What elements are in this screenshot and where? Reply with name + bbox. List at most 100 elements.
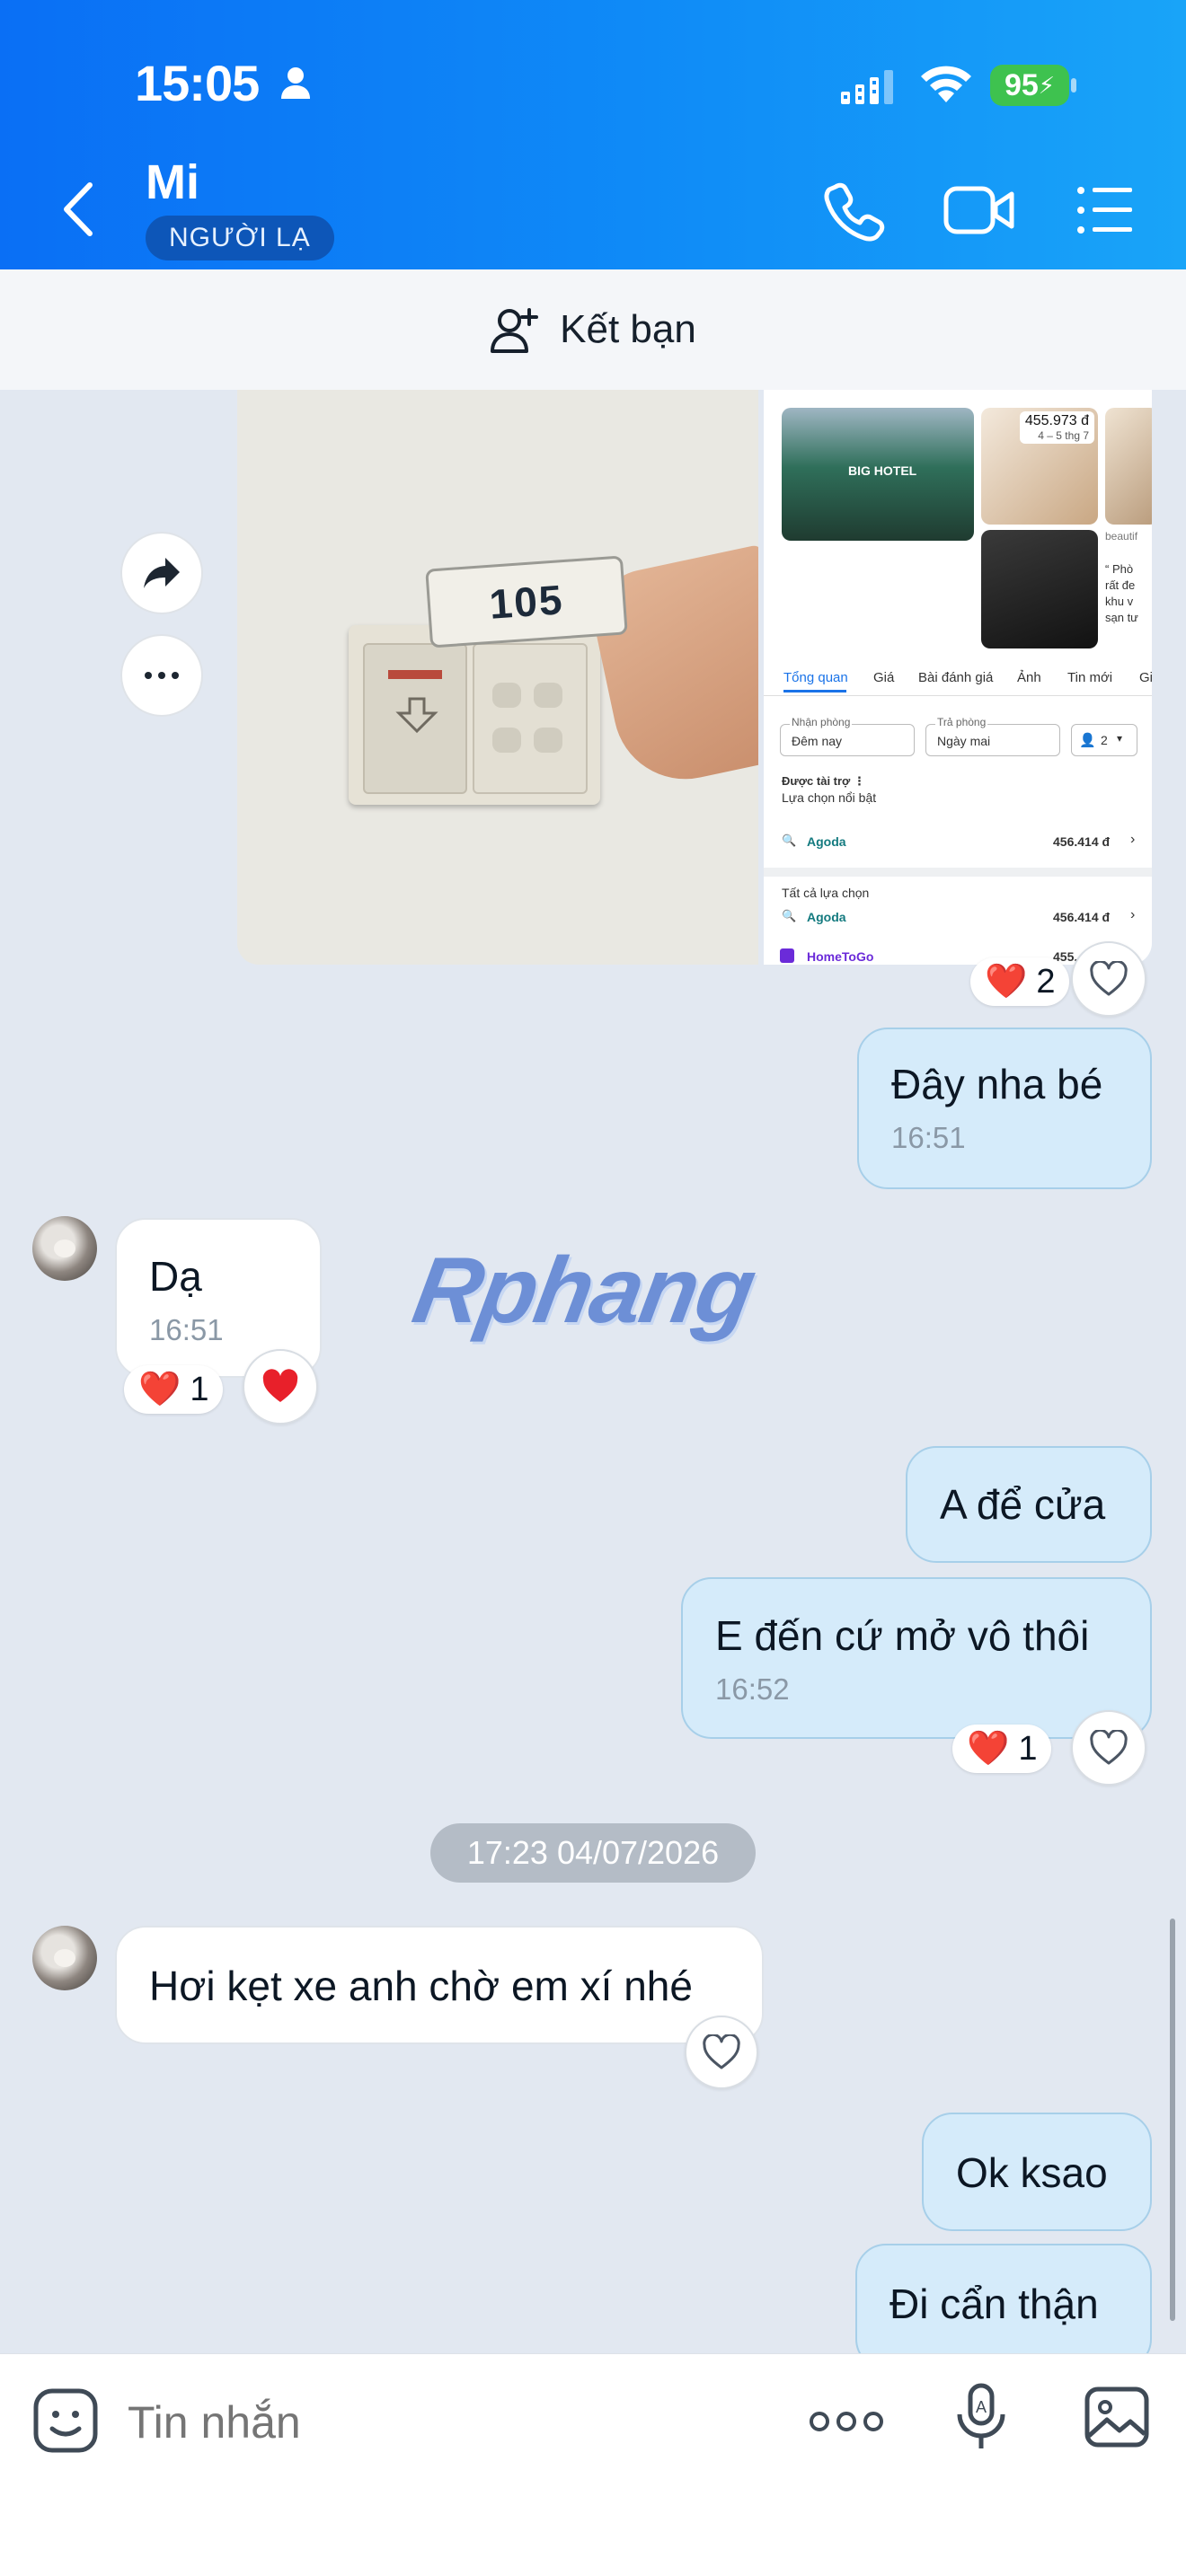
video-camera-icon bbox=[943, 186, 1014, 234]
back-button[interactable] bbox=[58, 180, 99, 239]
hotel-image-extra bbox=[1105, 408, 1152, 525]
react-heart-button[interactable] bbox=[685, 2016, 758, 2089]
checkout-field[interactable]: Trả phòng Ngày mai bbox=[925, 716, 1060, 756]
room-number: 105 bbox=[487, 576, 566, 628]
contact-name[interactable]: Mi bbox=[146, 154, 199, 210]
listing-tab[interactable]: Bài đánh giá bbox=[918, 670, 993, 685]
reaction-summary[interactable]: ❤️ 1 bbox=[952, 1725, 1052, 1773]
heart-outline-icon bbox=[1090, 1730, 1128, 1765]
watermark: Rphang bbox=[405, 1239, 762, 1343]
menu-button[interactable] bbox=[1076, 185, 1134, 235]
scrollbar[interactable] bbox=[1170, 1919, 1175, 2321]
status-time: 15:05 bbox=[135, 55, 260, 111]
message-outgoing[interactable]: E đến cứ mở vô thôi 16:52 bbox=[681, 1577, 1152, 1739]
hotel-image-main: BIG HOTEL bbox=[782, 408, 974, 541]
heart-filled-icon bbox=[262, 1369, 298, 1402]
featured-offer-row[interactable]: 🔍 Agoda 456.414 đ › bbox=[764, 826, 1152, 857]
svg-text:A: A bbox=[976, 2398, 987, 2416]
heart-outline-icon bbox=[1090, 961, 1128, 996]
listing-price-top: 455.973 đ bbox=[1024, 413, 1089, 428]
charging-icon: ⚡ bbox=[1038, 71, 1056, 99]
add-friend-icon bbox=[491, 308, 539, 353]
phone-icon bbox=[824, 182, 885, 242]
share-arrow-icon bbox=[144, 558, 180, 588]
video-call-button[interactable] bbox=[943, 183, 1015, 237]
chevron-right-icon: › bbox=[1130, 832, 1136, 847]
guests-field[interactable]: 👤 2 ▾ bbox=[1071, 724, 1137, 756]
avatar[interactable] bbox=[32, 1926, 97, 1990]
add-friend-bar[interactable]: Kết bạn bbox=[0, 269, 1186, 390]
room-key-tag: 105 bbox=[425, 555, 628, 648]
image-icon bbox=[1084, 2386, 1149, 2448]
chevron-right-icon: › bbox=[1130, 907, 1136, 922]
listing-tab[interactable]: Ảnh bbox=[1017, 670, 1041, 685]
listing-tab[interactable]: Gi bbox=[1139, 670, 1152, 685]
microphone-icon: A bbox=[957, 2383, 1005, 2448]
guest-icon: 👤 bbox=[1079, 733, 1096, 748]
forward-button[interactable] bbox=[120, 532, 203, 614]
hotel-image-room: 455.973 đ 4 – 5 thg 7 bbox=[981, 408, 1098, 525]
date-divider: 17:23 04/07/2026 bbox=[430, 1823, 756, 1883]
light-switch-panel bbox=[473, 643, 588, 794]
voice-input-button[interactable]: A bbox=[954, 2382, 1008, 2454]
heart-outline-icon bbox=[703, 2034, 740, 2069]
message-input-bar bbox=[0, 2353, 1186, 2576]
message-outgoing[interactable]: Đi cẩn thận bbox=[855, 2244, 1152, 2369]
avatar[interactable] bbox=[32, 1216, 97, 1281]
offer-row[interactable]: 🔍 Agoda 456.414 đ › bbox=[764, 902, 1152, 932]
search-icon: 🔍 bbox=[782, 909, 797, 922]
battery-level: 95 bbox=[1004, 67, 1039, 102]
all-options-label: Tất cả lựa chọn bbox=[782, 886, 870, 900]
listing-tab[interactable]: Giá bbox=[873, 670, 894, 685]
sticker-button[interactable] bbox=[32, 2387, 99, 2454]
sponsored-label: Được tài trợ ⋮ bbox=[782, 774, 865, 788]
person-icon bbox=[280, 66, 311, 103]
keycard-slot bbox=[363, 643, 467, 794]
review-snippet-line: “ Phò bbox=[1105, 562, 1134, 576]
message-outgoing[interactable]: Đây nha bé 16:51 bbox=[857, 1028, 1152, 1189]
heart-emoji-icon: ❤️ bbox=[967, 1730, 1010, 1768]
review-snippet-line: khu v bbox=[1105, 595, 1134, 608]
reaction-summary[interactable]: ❤️ 1 bbox=[124, 1365, 224, 1414]
stranger-badge: NGƯỜI LẠ bbox=[146, 216, 334, 260]
message-outgoing[interactable]: A để cửa bbox=[906, 1446, 1152, 1563]
hotel-image-bath bbox=[981, 530, 1098, 648]
more-dots-icon bbox=[810, 2412, 883, 2431]
message-input[interactable] bbox=[128, 2391, 774, 2454]
listing-tab[interactable]: Tổng quan bbox=[783, 670, 848, 685]
dropdown-icon: ▾ bbox=[1117, 732, 1123, 745]
hometogo-logo bbox=[780, 948, 794, 963]
review-snippet-line: beautif bbox=[1105, 530, 1138, 543]
battery-indicator: 95 ⚡ bbox=[990, 65, 1069, 106]
listing-tab[interactable]: Tin mới bbox=[1067, 670, 1112, 685]
chat-header: 15:05 95 ⚡ Mi NGƯỜI LẠ bbox=[0, 0, 1186, 269]
react-heart-button[interactable] bbox=[1071, 941, 1146, 1017]
shared-photo-keycard[interactable]: 105 bbox=[237, 390, 758, 965]
reaction-summary[interactable]: ❤️ 2 bbox=[970, 957, 1070, 1006]
more-button[interactable] bbox=[809, 2404, 884, 2439]
message-incoming[interactable]: Hơi kẹt xe anh chờ em xí nhé bbox=[115, 1926, 764, 2044]
sticker-smile-icon bbox=[33, 2388, 98, 2453]
heart-emoji-icon: ❤️ bbox=[138, 1371, 181, 1408]
listing-date-range: 4 – 5 thg 7 bbox=[1038, 429, 1089, 442]
shared-screenshot-hotel-listing[interactable]: BIG HOTEL 455.973 đ 4 – 5 thg 7 beautif … bbox=[764, 390, 1152, 965]
react-heart-button[interactable] bbox=[1071, 1710, 1146, 1786]
add-friend-label: Kết bạn bbox=[560, 307, 696, 351]
review-snippet-line: rất đe bbox=[1105, 578, 1136, 592]
more-dots-icon bbox=[145, 672, 179, 679]
search-icon: 🔍 bbox=[782, 834, 797, 847]
featured-label: Lựa chọn nổi bật bbox=[782, 790, 877, 805]
list-menu-icon bbox=[1077, 187, 1132, 234]
react-heart-button[interactable] bbox=[243, 1349, 318, 1425]
call-button[interactable] bbox=[823, 180, 886, 243]
signal-icon bbox=[841, 68, 898, 109]
more-options-button[interactable] bbox=[120, 634, 203, 717]
hotel-sign: BIG HOTEL bbox=[848, 463, 917, 478]
wifi-icon bbox=[918, 63, 974, 109]
message-outgoing[interactable]: Ok ksao bbox=[922, 2113, 1152, 2231]
image-picker-button[interactable] bbox=[1084, 2386, 1150, 2448]
review-snippet-line: sạn tư bbox=[1105, 611, 1138, 624]
heart-emoji-icon: ❤️ bbox=[985, 963, 1028, 1001]
checkin-field[interactable]: Nhận phòng Đêm nay bbox=[780, 716, 915, 756]
battery-cap bbox=[1071, 78, 1076, 93]
